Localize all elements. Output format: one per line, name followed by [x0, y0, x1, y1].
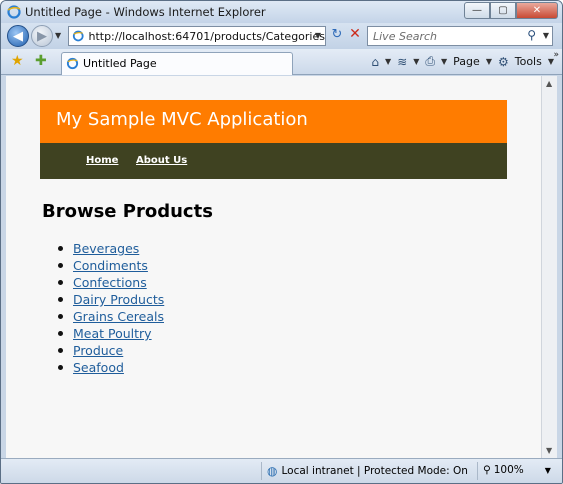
feeds-icon[interactable]: ≋ — [397, 55, 407, 69]
print-dropdown-icon[interactable]: ▼ — [441, 57, 447, 66]
category-link-condiments[interactable]: Condiments — [73, 258, 148, 273]
ie-logo-icon — [7, 5, 21, 19]
menu-link-home[interactable]: Home — [86, 155, 118, 166]
home-dropdown-icon[interactable]: ▼ — [385, 57, 391, 66]
search-options-dropdown[interactable]: ▼ — [543, 31, 549, 40]
feeds-dropdown-icon[interactable]: ▼ — [413, 57, 419, 66]
address-dropdown-icon[interactable]: ▼ — [315, 31, 321, 40]
status-bar: ◍ Local intranet | Protected Mode: On ⚲ … — [1, 458, 562, 483]
zoom-icon: ⚲ — [483, 464, 491, 476]
forward-button[interactable]: ▶ — [31, 25, 53, 47]
add-favorite-icon[interactable]: ✚ — [35, 53, 47, 69]
page-menu-button[interactable]: Page — [453, 55, 480, 68]
close-button[interactable]: ✕ — [516, 2, 558, 19]
search-box[interactable]: Live Search ⚲ ▼ — [367, 26, 553, 46]
category-link-meat-poultry[interactable]: Meat Poultry — [73, 326, 152, 341]
list-item: Seafood — [58, 359, 164, 376]
list-item: Confections — [58, 274, 164, 291]
security-zone-text: Local intranet | Protected Mode: On — [281, 465, 468, 477]
home-icon[interactable]: ⌂ — [371, 55, 379, 69]
page-icon — [72, 30, 84, 42]
list-item: Beverages — [58, 240, 164, 257]
category-link-confections[interactable]: Confections — [73, 275, 147, 290]
zoom-control[interactable]: ⚲ 100% ▼ — [483, 464, 551, 476]
tab-label: Untitled Page — [83, 57, 157, 70]
category-link-produce[interactable]: Produce — [73, 343, 123, 358]
category-list: Beverages Condiments Confections Dairy P… — [58, 240, 164, 376]
page-dropdown-icon[interactable]: ▼ — [486, 57, 492, 66]
minimize-button[interactable]: — — [464, 2, 490, 19]
command-bar: ⌂ ▼ ≋ ▼ ⎙ ▼ Page ▼ ⚙ Tools ▼ — [371, 54, 554, 69]
status-divider — [477, 462, 478, 480]
list-item: Grains Cereals — [58, 308, 164, 325]
tab-toolbar: ★ ✚ Untitled Page ⌂ ▼ ≋ ▼ ⎙ ▼ Page ▼ ⚙ T… — [1, 49, 562, 75]
tab-untitled-page[interactable]: Untitled Page — [61, 52, 293, 75]
window-title: Untitled Page - Windows Internet Explore… — [25, 5, 266, 19]
window-controls: — ▢ ✕ — [464, 2, 558, 19]
list-item: Condiments — [58, 257, 164, 274]
list-item: Meat Poultry — [58, 325, 164, 342]
search-input[interactable]: Live Search — [373, 30, 437, 43]
category-link-grains-cereals[interactable]: Grains Cereals — [73, 309, 164, 324]
zoom-level: 100% — [493, 464, 524, 476]
intranet-globe-icon: ◍ — [267, 464, 278, 478]
status-divider — [261, 462, 262, 480]
maximize-button[interactable]: ▢ — [490, 2, 516, 19]
security-zone[interactable]: ◍ Local intranet | Protected Mode: On — [267, 464, 468, 478]
list-item: Produce — [58, 342, 164, 359]
address-url[interactable]: http://localhost:64701/products/Categori… — [88, 30, 325, 43]
tools-gear-icon[interactable]: ⚙ — [498, 55, 509, 69]
toolbar-overflow-chevron-icon[interactable]: » — [553, 50, 559, 60]
scroll-up-arrow-icon[interactable]: ▲ — [546, 79, 552, 88]
page-heading: Browse Products — [42, 201, 213, 222]
tab-page-icon — [66, 57, 79, 70]
page-viewport: My Sample MVC Application Home About Us … — [6, 76, 541, 458]
address-bar[interactable]: http://localhost:64701/products/Categori… — [68, 26, 326, 46]
address-toolbar: ◀ ▶ ▼ http://localhost:64701/products/Ca… — [1, 23, 562, 49]
app-title: My Sample MVC Application — [56, 109, 308, 130]
favorites-star-icon[interactable]: ★ — [11, 53, 24, 69]
site-header: My Sample MVC Application — [40, 100, 507, 143]
category-link-dairy-products[interactable]: Dairy Products — [73, 292, 164, 307]
tools-menu-button[interactable]: Tools — [515, 55, 542, 68]
vertical-scrollbar[interactable]: ▲ ▼ — [541, 76, 557, 458]
browser-window: Untitled Page - Windows Internet Explore… — [0, 0, 563, 484]
refresh-button[interactable]: ↻ — [328, 27, 346, 45]
search-icon[interactable]: ⚲ — [527, 28, 536, 42]
category-link-beverages[interactable]: Beverages — [73, 241, 139, 256]
category-link-seafood[interactable]: Seafood — [73, 360, 124, 375]
print-icon[interactable]: ⎙ — [425, 54, 435, 69]
scroll-down-arrow-icon[interactable]: ▼ — [546, 446, 552, 455]
recent-pages-dropdown[interactable]: ▼ — [55, 31, 61, 40]
list-item: Dairy Products — [58, 291, 164, 308]
stop-button[interactable]: ✕ — [346, 26, 364, 44]
zoom-dropdown-icon[interactable]: ▼ — [545, 466, 551, 475]
menu-link-about-us[interactable]: About Us — [136, 155, 187, 166]
site-menu: Home About Us — [40, 143, 507, 179]
back-button[interactable]: ◀ — [7, 25, 29, 47]
title-bar: Untitled Page - Windows Internet Explore… — [1, 1, 562, 23]
